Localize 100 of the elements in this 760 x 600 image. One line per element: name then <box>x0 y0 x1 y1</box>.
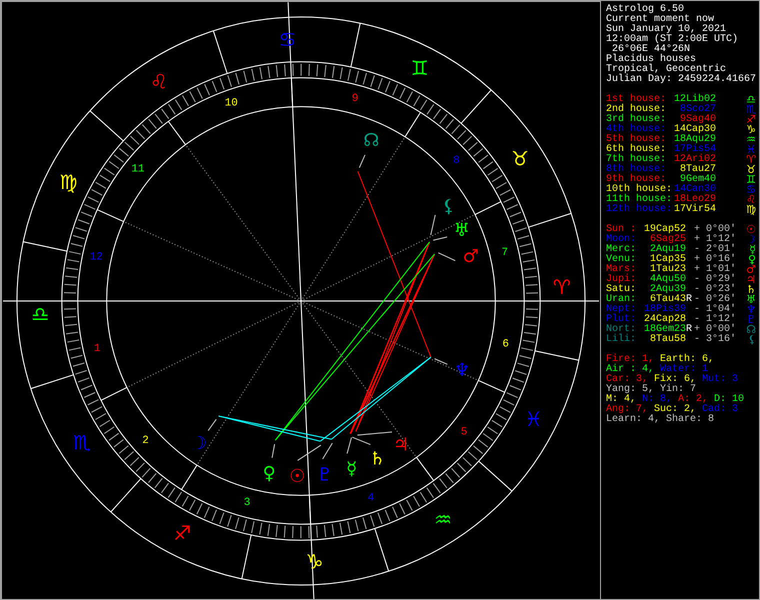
planet-latitude: + 1°01' <box>694 265 738 275</box>
house-label: 7th house: <box>606 155 668 165</box>
house-position: 12Ari02 <box>672 155 716 165</box>
planet-position: 18Pis39 <box>642 305 686 315</box>
planet-position: 2Aqu39 <box>648 285 686 295</box>
house-label: 10th house: <box>606 185 672 195</box>
leader-line <box>434 358 448 365</box>
sign-glyph: ♏ <box>746 105 756 115</box>
zodiac-sign-glyph: ♏ <box>73 432 91 455</box>
info-line: Placidus houses <box>606 55 696 65</box>
house-position: 17Vir54 <box>672 205 716 215</box>
house-number: 11 <box>131 164 145 176</box>
summary-text: Learn: 4, Share: 8 <box>606 415 714 425</box>
summary-text: Car: 3, <box>606 375 648 385</box>
planet-glyph: ♂ <box>746 265 756 275</box>
planet-label: Nept: <box>606 305 636 315</box>
planet-position: 6Sag25 <box>648 235 686 245</box>
house-label: 11th house: <box>606 195 672 205</box>
retrograde-mark: R <box>686 295 694 305</box>
planet-glyph: ☊ <box>746 325 756 335</box>
info-line: Sun January 10, 2021 <box>606 25 726 35</box>
house-position: 8Tau27 <box>678 165 716 175</box>
house-number: 4 <box>367 492 374 504</box>
planet-glyph: ☽ <box>746 235 756 245</box>
house-number: 8 <box>453 154 460 167</box>
summary-text: Fix: 6, <box>654 375 696 385</box>
sign-glyph: ♊ <box>746 175 756 185</box>
planet-position: 24Cap28 <box>642 315 686 325</box>
planet-label: Lili: <box>606 335 636 345</box>
zodiac-sign-glyph: ♉ <box>511 147 529 170</box>
planet-position: 1Cap35 <box>648 255 686 265</box>
planet-latitude: - 1°04' <box>694 305 738 315</box>
planet-label: Moon: <box>606 235 636 245</box>
planet-position: 8Tau58 <box>648 335 686 345</box>
summary-text: Water: 1 <box>660 365 708 375</box>
summary-text: Yang: 5, Yin: 7 <box>606 385 696 395</box>
info-line: Julian Day: 2459224.41667 <box>606 75 756 85</box>
summary-text: Ang: 7, <box>606 405 648 415</box>
planet-glyph: ♇ <box>746 315 756 325</box>
planet-label: Jupi: <box>606 275 636 285</box>
house-number: 2 <box>142 435 149 448</box>
house-position: 8Sco27 <box>678 105 716 115</box>
house-label: 12th house: <box>606 205 672 215</box>
leader-line <box>358 154 366 168</box>
house-label: 6th house: <box>606 145 668 155</box>
house-label: 9th house: <box>606 175 666 185</box>
planet-label: Sun : <box>606 225 636 235</box>
planet-latitude: - 1°12' <box>694 315 738 325</box>
planet-glyph: ☉ <box>289 466 306 487</box>
planet-latitude: + 0°00' <box>694 225 738 235</box>
planet-latitude: + 0°16' <box>694 255 738 265</box>
planet-latitude: - 0°29' <box>694 275 738 285</box>
zodiac-sign-glyph: ♓ <box>524 408 543 432</box>
zodiac-sign-glyph: ♒ <box>434 508 452 532</box>
planet-glyph: ☿ <box>749 245 756 255</box>
house-position: 14Can30 <box>672 185 716 195</box>
planet-glyph: ♃ <box>746 275 756 285</box>
sign-glyph: ♐ <box>746 115 756 125</box>
planet-position: 6Tau43 <box>650 295 686 305</box>
house-position: 17Pis54 <box>672 145 716 155</box>
planet-position: 1Tau23 <box>648 265 686 275</box>
summary-text: A: 2, <box>678 395 708 405</box>
zodiac-sign-glyph: ♈ <box>552 276 571 299</box>
summary-text: Cad: 3 <box>702 405 738 415</box>
house-label: 1st house: <box>606 95 668 105</box>
house-number: 9 <box>352 92 358 105</box>
sign-glyph: ♈ <box>746 155 756 165</box>
house-label: 4th house: <box>606 125 668 135</box>
zodiac-sign-glyph: ♍ <box>59 170 78 194</box>
house-position: 18Aqu29 <box>672 135 716 145</box>
info-line: 26°06E 44°26N <box>612 45 690 55</box>
planet-glyph: ♇ <box>316 464 333 486</box>
planet-glyph: ♀ <box>748 255 756 265</box>
sign-glyph: ♋ <box>746 185 756 195</box>
house-number: 6 <box>502 338 509 351</box>
planet-glyph: ♀ <box>262 463 276 484</box>
info-line: Current moment now <box>606 15 714 25</box>
zodiac-sign-glyph: ♐ <box>173 522 192 546</box>
planet-glyph: ♃ <box>393 434 410 456</box>
house-position: 9Sag40 <box>680 115 716 125</box>
planet-glyph: ☿ <box>346 458 358 480</box>
sign-glyph: ♌ <box>746 195 756 205</box>
planet-label: Mars: <box>606 265 636 275</box>
summary-text: Mut: 3 <box>702 375 738 385</box>
house-position: 18Leo29 <box>672 195 716 205</box>
summary-text: D: 10 <box>714 395 744 405</box>
sign-glyph: ♓ <box>746 145 756 155</box>
planet-label: Merc: <box>606 245 636 255</box>
sign-glyph: ♍ <box>746 205 756 215</box>
house-number: 3 <box>244 497 250 510</box>
planet-latitude: + 1°12' <box>694 235 738 245</box>
summary-text: Suc: 2, <box>654 405 696 415</box>
summary-text: M: 4, <box>606 395 636 405</box>
sign-glyph: ♑ <box>746 125 756 135</box>
planet-glyph: ♄ <box>746 285 756 295</box>
planet-glyph: ⚸ <box>442 196 456 217</box>
house-position: 9Gem40 <box>680 175 716 185</box>
house-number: 7 <box>501 247 508 260</box>
planet-glyph: ♅ <box>454 220 470 242</box>
planet-glyph: ☉ <box>746 225 756 235</box>
